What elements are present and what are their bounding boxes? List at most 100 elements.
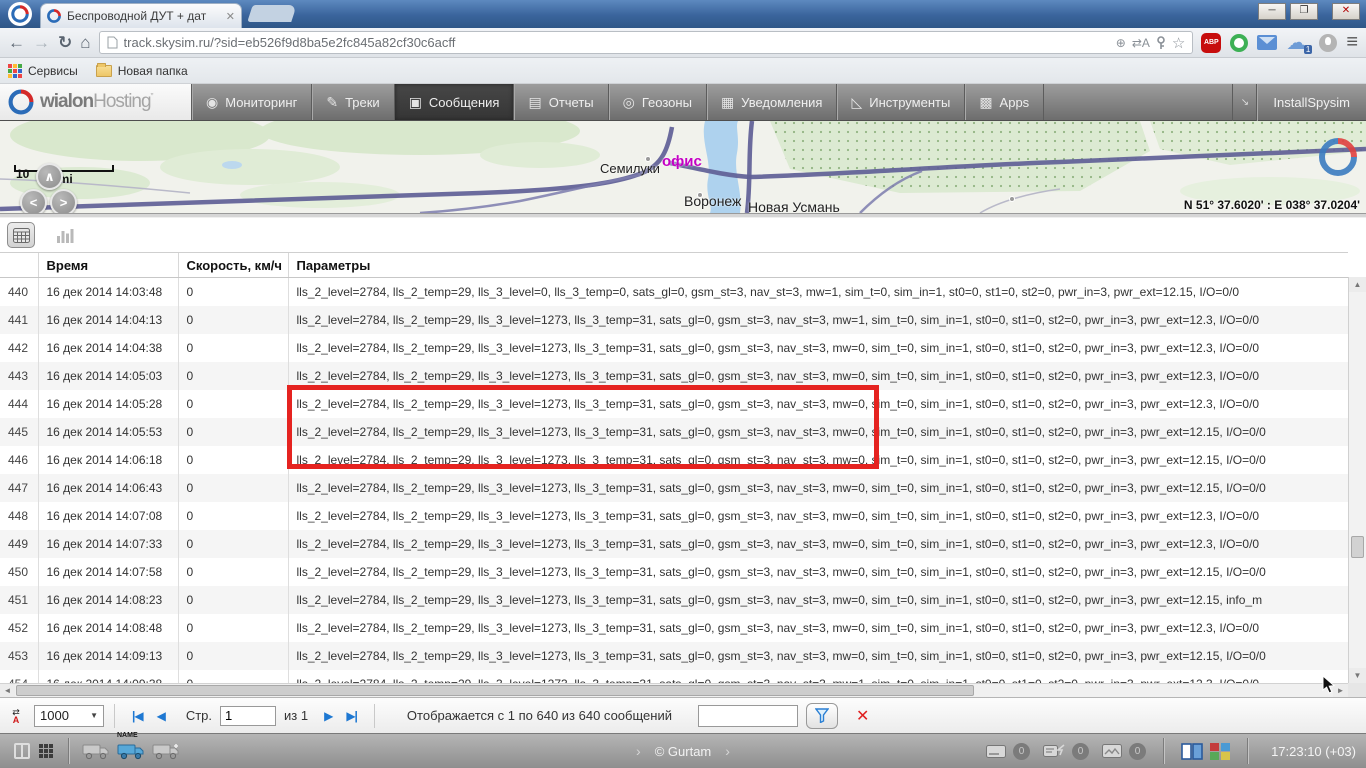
col-speed[interactable]: Скорость, км/ч [178, 253, 288, 278]
address-bar[interactable]: track.skysim.ru/?sid=eb526f9d8ba5e2fc845… [99, 31, 1194, 54]
col-params[interactable]: Параметры [288, 253, 1348, 278]
url-text[interactable]: track.skysim.ru/?sid=eb526f9d8ba5e2fc845… [124, 35, 1110, 50]
row-speed: 0 [178, 390, 288, 418]
table-view-button[interactable] [7, 222, 35, 248]
scroll-left-icon[interactable]: ◄ [0, 684, 15, 697]
chevron-right-icon[interactable]: › [725, 743, 730, 759]
table-row[interactable]: 44816 дек 2014 14:07:080lls_2_level=2784… [0, 502, 1348, 530]
maximize-button[interactable]: ❐ [1290, 3, 1318, 20]
nav-item-6[interactable]: ◺Инструменты [837, 84, 965, 120]
minimize-button[interactable]: ─ [1258, 3, 1286, 20]
horizontal-scrollbar[interactable]: ◄ ► [0, 683, 1348, 697]
fit-columns-icon[interactable]: ⇄A [8, 708, 24, 724]
nav-item-7[interactable]: ▩Apps [965, 84, 1044, 120]
close-button[interactable]: ✕ [1332, 3, 1360, 20]
window-titlebar: Беспроводной ДУТ + дат ✕ ─ ❐ ✕ [0, 0, 1366, 28]
nav-item-4[interactable]: ◎Геозоны [609, 84, 707, 120]
back-icon[interactable]: ← [8, 33, 25, 53]
adblock-icon[interactable]: ABP [1201, 33, 1221, 53]
new-tab-button[interactable] [247, 5, 297, 22]
pan-up-button[interactable]: ∧ [36, 163, 63, 190]
tab-title: Беспроводной ДУТ + дат [67, 9, 220, 23]
chevron-right-icon[interactable]: › [636, 743, 641, 759]
table-row[interactable]: 44116 дек 2014 14:04:130lls_2_level=2784… [0, 306, 1348, 334]
scroll-up-icon[interactable]: ▲ [1349, 277, 1366, 292]
prev-page-button[interactable]: ◀ [157, 709, 165, 723]
annotation-red-box [287, 385, 879, 469]
table-row[interactable]: 44716 дек 2014 14:06:430lls_2_level=2784… [0, 474, 1348, 502]
cloud-extension-icon[interactable]: ☁ 1 [1286, 33, 1310, 53]
nav-item-5[interactable]: ▦Уведомления [707, 84, 838, 120]
page-input[interactable] [220, 706, 276, 726]
page-size-value: 1000 [40, 708, 86, 723]
pan-left-button[interactable]: < [20, 189, 47, 213]
browser-menu-icon[interactable]: ≡ [1346, 31, 1358, 54]
scrollbar-corner [1348, 683, 1366, 697]
bulb-extension-icon[interactable] [1319, 34, 1337, 52]
extensions-row: ABP ☁ 1 ≡ [1201, 31, 1358, 54]
table-row[interactable]: 44216 дек 2014 14:04:380lls_2_level=2784… [0, 334, 1348, 362]
row-time: 16 дек 2014 14:09:13 [38, 642, 178, 670]
chart-view-button[interactable] [51, 222, 79, 248]
bookmark-services[interactable]: Сервисы [8, 64, 78, 78]
chevron-down-icon: ▼ [90, 711, 98, 720]
reload-icon[interactable]: ↻ [58, 33, 72, 53]
table-row[interactable]: 45216 дек 2014 14:08:480lls_2_level=2784… [0, 614, 1348, 642]
row-params: lls_2_level=2784, lls_2_temp=29, lls_3_l… [288, 530, 1348, 558]
clear-filter-button[interactable]: ✕ [856, 706, 869, 726]
table-row[interactable]: 44016 дек 2014 14:03:480lls_2_level=2784… [0, 278, 1348, 306]
table-row[interactable]: 44916 дек 2014 14:07:330lls_2_level=2784… [0, 530, 1348, 558]
vertical-scrollbar[interactable]: ▲ ▼ [1348, 277, 1366, 683]
bookmark-label: Новая папка [118, 64, 188, 78]
table-row[interactable]: 45316 дек 2014 14:09:130lls_2_level=2784… [0, 642, 1348, 670]
next-page-button[interactable]: ▶ [324, 709, 332, 723]
table-row[interactable]: 45416 дек 2014 14:09:380lls_2_level=2784… [0, 670, 1348, 684]
page-size-select[interactable]: 1000 ▼ [34, 705, 104, 727]
bookmarks-bar: Сервисы Новая папка [0, 58, 1366, 84]
row-time: 16 дек 2014 14:04:38 [38, 334, 178, 362]
row-time: 16 дек 2014 14:07:08 [38, 502, 178, 530]
translate-icon[interactable]: ⇄A [1132, 36, 1150, 50]
nav-item-installspysim[interactable]: InstallSpysim [1256, 84, 1366, 121]
row-number: 443 [0, 362, 38, 390]
zoom-icon[interactable]: ⊕ [1116, 36, 1126, 50]
col-number[interactable] [0, 253, 38, 278]
row-speed: 0 [178, 502, 288, 530]
first-page-button[interactable]: |◀ [132, 709, 143, 723]
filter-input[interactable] [698, 705, 798, 727]
mail-extension-icon[interactable] [1257, 35, 1277, 50]
green-ring-extension-icon[interactable] [1230, 34, 1248, 52]
funnel-icon [815, 708, 829, 723]
map-canvas[interactable]: Семилуки офис Воронеж Новая Усмань 10 10… [0, 121, 1366, 213]
nav-item-0[interactable]: ◉Мониторинг [192, 84, 312, 120]
browser-tab[interactable]: Беспроводной ДУТ + дат ✕ [40, 3, 242, 28]
nav-item-3[interactable]: ▤Отчеты [514, 84, 608, 120]
table-row[interactable]: 45116 дек 2014 14:08:230lls_2_level=2784… [0, 586, 1348, 614]
row-number: 450 [0, 558, 38, 586]
scroll-down-icon[interactable]: ▼ [1349, 668, 1366, 683]
vertical-scroll-thumb[interactable] [1351, 536, 1364, 558]
row-params: lls_2_level=2784, lls_2_temp=29, lls_3_l… [288, 642, 1348, 670]
filter-button[interactable] [806, 703, 838, 729]
geofences-icon: ◎ [623, 94, 635, 111]
bookmark-folder[interactable]: Новая папка [96, 64, 188, 78]
bookmark-star-icon[interactable]: ☆ [1172, 34, 1185, 52]
forward-icon[interactable]: → [33, 33, 50, 53]
col-time[interactable]: Время [38, 253, 178, 278]
tab-close-icon[interactable]: ✕ [226, 10, 235, 23]
pan-right-button[interactable]: > [50, 189, 77, 213]
nav-item-1[interactable]: ✎Треки [312, 84, 394, 120]
row-time: 16 дек 2014 14:05:28 [38, 390, 178, 418]
collapse-panel-icon[interactable]: ↘ [1232, 84, 1256, 121]
key-icon[interactable] [1156, 36, 1166, 50]
horizontal-scroll-thumb[interactable] [16, 685, 974, 696]
home-icon[interactable]: ⌂ [80, 33, 90, 53]
nav-item-2[interactable]: ▣Сообщения [395, 84, 515, 120]
nav-item-label: Apps [1000, 95, 1030, 110]
table-row[interactable]: 45016 дек 2014 14:07:580lls_2_level=2784… [0, 558, 1348, 586]
map-label-office: офис [662, 153, 702, 170]
map-label-usman: Новая Усмань [748, 199, 840, 213]
last-page-button[interactable]: ▶| [346, 709, 357, 723]
row-params: lls_2_level=2784, lls_2_temp=29, lls_3_l… [288, 614, 1348, 642]
pagination-status: Отображается с 1 по 640 из 640 сообщений [407, 708, 672, 723]
